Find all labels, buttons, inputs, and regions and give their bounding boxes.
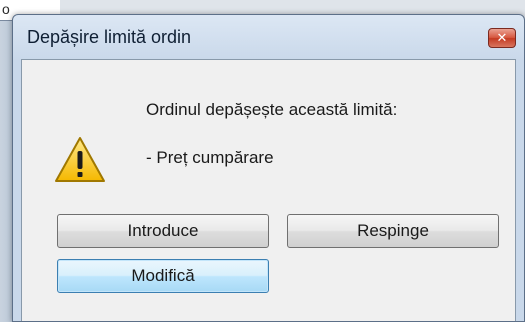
dialog-title: Depășire limită ordin	[27, 27, 192, 47]
close-icon: ✕	[496, 30, 508, 46]
respinge-button[interactable]: Respinge	[287, 214, 499, 248]
background-text-fragment: o	[2, 1, 10, 17]
modifica-button[interactable]: Modifică	[57, 259, 269, 293]
warning-icon	[55, 137, 105, 182]
dialog-content: Ordinul depășește această limită: - Preț…	[21, 59, 516, 321]
limit-exceeded-dialog: Depășire limită ordin ✕ Ordinul depășeșt…	[12, 14, 525, 322]
introduce-button[interactable]: Introduce	[57, 214, 269, 248]
close-button[interactable]: ✕	[488, 28, 516, 48]
dialog-titlebar[interactable]: Depășire limită ordin ✕	[13, 15, 524, 57]
dialog-message: Ordinul depășește această limită:	[146, 100, 398, 119]
dialog-detail: - Preț cumpărare	[146, 148, 274, 167]
